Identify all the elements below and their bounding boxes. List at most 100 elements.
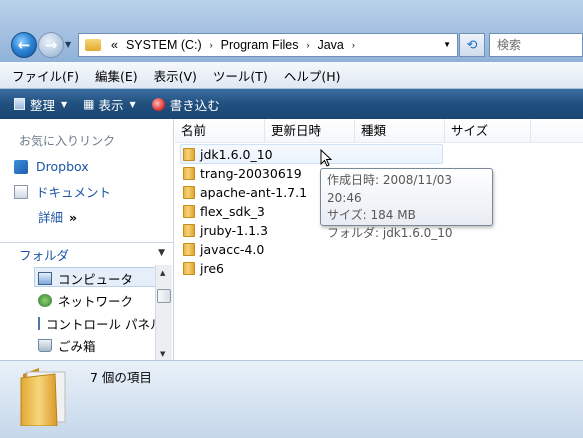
recycle-bin-icon: [38, 339, 52, 352]
file-name: jre6: [200, 261, 224, 276]
back-button[interactable]: ←: [11, 32, 37, 58]
dropbox-icon: [14, 159, 28, 174]
address-dropdown-icon[interactable]: ▼: [443, 40, 451, 49]
tree-item-label: ごみ箱: [58, 339, 96, 354]
file-row[interactable]: apache-ant-1.7.1: [183, 183, 307, 202]
tooltip-folder: フォルダ: jdk1.6.0_10: [327, 225, 453, 240]
chevron-down-icon: ▼: [158, 248, 165, 258]
file-name: apache-ant-1.7.1: [200, 185, 308, 200]
column-headers: 名前 更新日時 種類 サイズ: [175, 119, 583, 143]
file-tooltip: 作成日時: 2008/11/03 20:46 サイズ: 184 MB フォルダ:…: [320, 168, 493, 240]
chevron-down-icon: ▼: [61, 99, 68, 109]
details-pane: 7 個の項目: [0, 360, 583, 438]
column-name[interactable]: 名前: [175, 119, 265, 143]
menu-edit[interactable]: 編集(E): [95, 66, 138, 85]
burn-disc-icon: [151, 97, 165, 111]
organize-button[interactable]: 整理 ▼: [14, 95, 67, 114]
chevron-down-icon: ▼: [129, 99, 136, 109]
menu-tools[interactable]: ツール(T): [213, 66, 268, 85]
tooltip-created: 作成日時: 2008/11/03 20:46: [327, 173, 453, 205]
search-input[interactable]: 検索: [489, 33, 583, 57]
double-chevron-right-icon: »: [69, 210, 78, 225]
favorites-title: お気に入りリンク: [19, 134, 116, 148]
tree-item-label: ネットワーク: [58, 294, 134, 309]
view-button[interactable]: ▦ 表示 ▼: [83, 95, 136, 114]
tree-item-label: コンピュータ: [58, 272, 134, 287]
file-row[interactable]: jre6: [183, 259, 224, 278]
history-dropdown-icon[interactable]: ▼: [65, 40, 71, 49]
scroll-down-icon[interactable]: ▼: [160, 350, 165, 358]
large-folder-icon: [20, 368, 66, 426]
file-row[interactable]: javacc-4.0: [183, 240, 264, 259]
menu-help[interactable]: ヘルプ(H): [284, 66, 341, 85]
scroll-thumb[interactable]: [157, 289, 171, 303]
tree-item-network[interactable]: ネットワーク: [38, 291, 133, 310]
address-overflow[interactable]: «: [111, 38, 118, 52]
address-segment-program-files[interactable]: Program Files: [221, 38, 299, 52]
more-label: 詳細: [38, 210, 64, 225]
file-row[interactable]: flex_sdk_3: [183, 202, 265, 221]
file-name: jdk1.6.0_10: [200, 147, 273, 162]
address-segment-drive[interactable]: SYSTEM (C:): [126, 38, 202, 52]
computer-icon: [38, 272, 52, 285]
title-bar: ← → ▼ « SYSTEM (C:) › Program Files › Ja…: [0, 0, 583, 62]
column-modified[interactable]: 更新日時: [265, 119, 355, 143]
refresh-button[interactable]: ⟲: [459, 33, 485, 57]
favorites-more-link[interactable]: 詳細 »: [38, 207, 77, 226]
tree-item-recycle-bin[interactable]: ごみ箱: [38, 336, 96, 355]
view-icon: ▦: [83, 97, 94, 111]
favorite-documents[interactable]: ドキュメント: [14, 182, 111, 201]
folder-icon: [183, 262, 195, 275]
file-row[interactable]: jruby-1.1.3: [183, 221, 268, 240]
refresh-icon: ⟲: [466, 37, 478, 53]
organize-label: 整理: [30, 97, 56, 113]
forward-button[interactable]: →: [38, 32, 64, 58]
view-label: 表示: [98, 97, 124, 113]
file-row[interactable]: trang-20030619: [183, 164, 302, 183]
address-segment-java[interactable]: Java: [317, 38, 343, 52]
burn-label: 書き込む: [169, 97, 220, 113]
control-panel-icon: [38, 317, 40, 330]
folder-icon: [183, 148, 195, 161]
navigation-pane: お気に入りリンク Dropbox ドキュメント 詳細 » フォルダ ▼ コンピュー…: [0, 119, 174, 360]
folders-title: フォルダ: [19, 247, 70, 263]
organize-icon: [14, 98, 25, 110]
folder-icon: [183, 243, 195, 256]
folder-icon: [85, 39, 101, 51]
forward-arrow-icon: →: [44, 36, 58, 54]
column-type[interactable]: 種類: [355, 119, 445, 143]
favorite-dropbox[interactable]: Dropbox: [14, 159, 89, 174]
burn-button[interactable]: 書き込む: [151, 95, 220, 114]
documents-icon: [14, 184, 28, 199]
tree-item-control-panel[interactable]: コントロール パネル: [38, 314, 155, 333]
file-name: javacc-4.0: [200, 242, 265, 257]
tree-item-computer[interactable]: コンピュータ: [38, 269, 133, 288]
item-count: 7 個の項目: [90, 370, 152, 385]
file-name: trang-20030619: [200, 166, 302, 181]
network-icon: [38, 294, 52, 307]
folder-icon: [183, 167, 195, 180]
address-separator-icon[interactable]: ›: [352, 40, 355, 50]
command-bar: 整理 ▼ ▦ 表示 ▼ 書き込む: [0, 89, 583, 119]
tooltip-size: サイズ: 184 MB: [327, 208, 416, 222]
scroll-up-icon[interactable]: ▲: [160, 269, 165, 277]
address-separator-icon[interactable]: ›: [306, 40, 309, 50]
folder-icon: [183, 205, 195, 218]
folder-icon: [183, 186, 195, 199]
address-separator-icon[interactable]: ›: [210, 40, 213, 50]
address-bar[interactable]: « SYSTEM (C:) › Program Files › Java › ▼: [78, 33, 458, 57]
menu-view[interactable]: 表示(V): [154, 66, 197, 85]
favorite-label: Dropbox: [36, 159, 89, 174]
file-row[interactable]: jdk1.6.0_10: [183, 145, 273, 164]
file-name: flex_sdk_3: [200, 204, 265, 219]
column-size[interactable]: サイズ: [445, 119, 531, 143]
back-arrow-icon: ←: [17, 36, 31, 54]
navigation-scrollbar[interactable]: ▲ ▼: [155, 265, 172, 360]
mouse-cursor-icon: [320, 149, 332, 167]
file-name: jruby-1.1.3: [200, 223, 268, 238]
tree-item-label: コントロール パネル: [46, 317, 155, 332]
menu-bar: ファイル(F) 編集(E) 表示(V) ツール(T) ヘルプ(H): [0, 62, 583, 89]
folder-icon: [183, 224, 195, 237]
menu-file[interactable]: ファイル(F): [12, 66, 79, 85]
folders-header[interactable]: フォルダ ▼: [0, 242, 173, 265]
